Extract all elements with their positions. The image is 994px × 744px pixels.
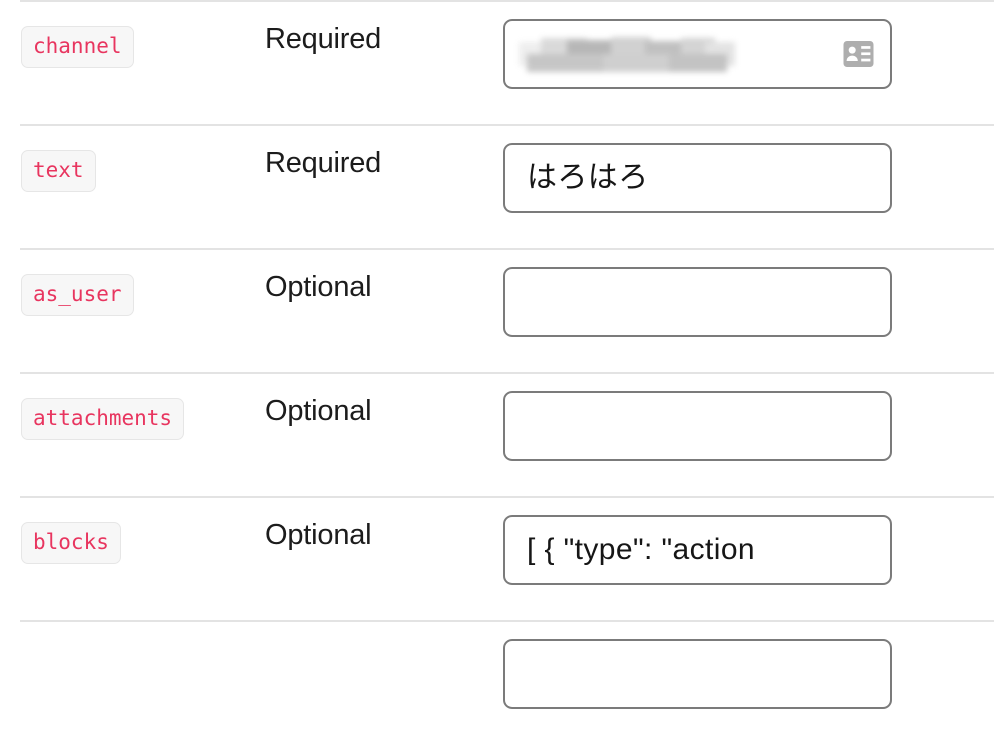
parameter-value-input[interactable] (503, 639, 892, 709)
parameter-value-text: はろはろ (527, 161, 649, 194)
parameter-name-badge: blocks (21, 522, 121, 564)
row-divider (20, 372, 994, 374)
row-divider (20, 620, 994, 622)
table-row (0, 620, 994, 744)
row-divider (20, 496, 994, 498)
parameter-value-input-blocks[interactable]: [ { "type": "action (503, 515, 892, 585)
table-row: blocks Optional [ { "type": "action (0, 496, 994, 620)
parameter-value-cell: [ { "type": "action (485, 496, 994, 585)
parameter-name-badge: text (21, 150, 96, 192)
parameter-name-badge: channel (21, 26, 134, 68)
parameters-table: channel Required text Required はろはろ as_u… (0, 0, 994, 709)
parameter-value-text: [ { "type": "action (527, 533, 756, 566)
parameter-name-cell: blocks (0, 496, 265, 564)
parameter-requirement-label: Required (265, 147, 382, 179)
parameter-name-badge: as_user (21, 274, 134, 316)
table-row: as_user Optional (0, 248, 994, 372)
table-row: channel Required (0, 0, 994, 124)
parameter-requirement-label: Optional (265, 395, 372, 427)
table-row: attachments Optional (0, 372, 994, 496)
parameter-value-input-text[interactable]: はろはろ (503, 143, 892, 213)
parameter-value-cell (485, 372, 994, 461)
parameter-requirement-label: Optional (265, 519, 372, 551)
parameter-name-cell: as_user (0, 248, 265, 316)
table-row: text Required はろはろ (0, 124, 994, 248)
redacted-value (519, 32, 739, 76)
parameter-value-input-attachments[interactable] (503, 391, 892, 461)
parameter-value-input-channel[interactable] (503, 19, 892, 89)
parameter-requirement-label: Optional (265, 271, 372, 303)
parameter-requirement-label: Required (265, 23, 382, 55)
contact-card-icon[interactable] (843, 41, 874, 68)
parameter-value-cell (485, 0, 994, 89)
parameter-name-cell: attachments (0, 372, 265, 440)
parameter-value-input-as-user[interactable] (503, 267, 892, 337)
parameter-value-cell (485, 620, 994, 709)
parameter-value-cell: はろはろ (485, 124, 994, 213)
parameter-name-badge: attachments (21, 398, 185, 440)
row-divider (20, 124, 994, 126)
parameter-name-cell: text (0, 124, 265, 192)
parameter-value-cell (485, 248, 994, 337)
row-divider (20, 0, 994, 2)
row-divider (20, 248, 994, 250)
parameter-name-cell: channel (0, 0, 265, 68)
parameter-name-cell (0, 620, 265, 672)
